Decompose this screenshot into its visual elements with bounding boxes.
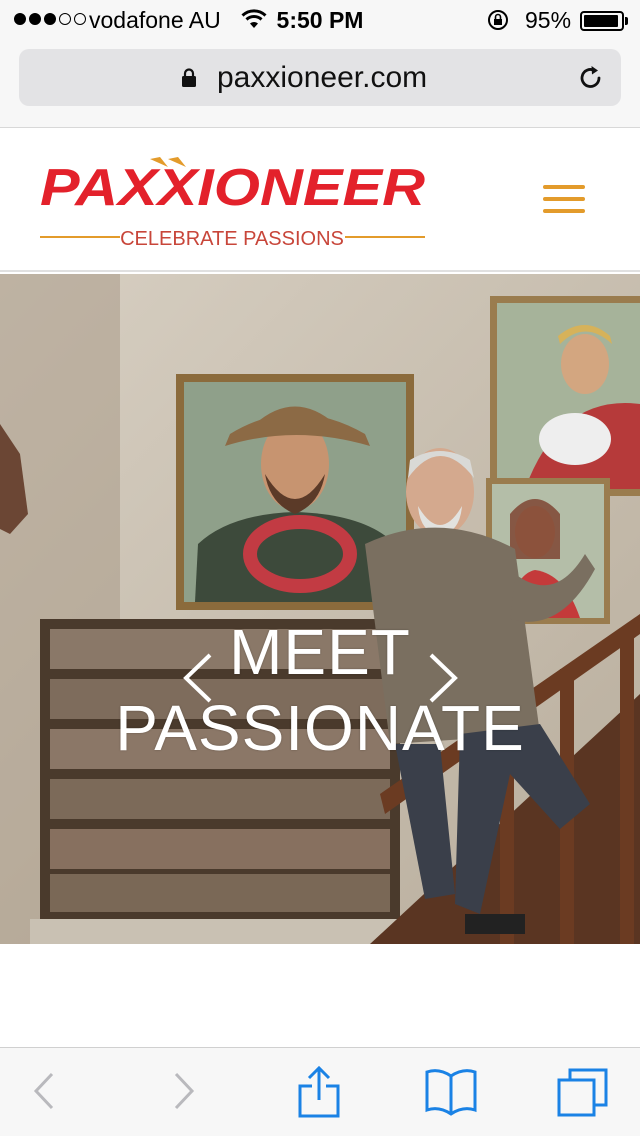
hero-title-line-2: PASSIONATE — [115, 692, 525, 764]
browser-address-bar: paxxioneer.com — [0, 40, 640, 128]
status-bar: vodafone AU 5:50 PM 95% — [0, 0, 640, 40]
hero-slider[interactable]: MEET PASSIONATE — [0, 274, 640, 944]
bookmarks-icon[interactable] — [424, 1066, 478, 1116]
reload-icon[interactable] — [577, 64, 605, 92]
rotation-lock-icon — [488, 10, 508, 30]
hamburger-menu-button[interactable] — [540, 183, 588, 217]
url-field[interactable]: paxxioneer.com — [19, 49, 621, 106]
hero-title-line-1: MEET — [229, 616, 411, 688]
hero-photo — [0, 274, 640, 944]
paxxioneer-logo[interactable]: PAXXIONEER CELEBRATE PASSIONS — [40, 145, 430, 255]
logo-text: PAXXIONEER — [40, 159, 425, 217]
logo-tagline: CELEBRATE PASSIONS — [120, 228, 344, 250]
chevron-right-icon[interactable] — [425, 652, 461, 704]
browser-toolbar — [0, 1047, 640, 1136]
battery-icon — [580, 11, 624, 31]
tabs-icon[interactable] — [556, 1066, 610, 1120]
chevron-left-icon[interactable] — [180, 652, 216, 704]
hero-title: MEET PASSIONATE — [0, 614, 640, 766]
battery-percent: 95% — [525, 7, 572, 33]
site-header: PAXXIONEER CELEBRATE PASSIONS — [0, 129, 640, 272]
lock-icon — [182, 68, 196, 87]
share-icon[interactable] — [296, 1066, 342, 1120]
back-icon[interactable] — [30, 1066, 58, 1116]
forward-icon[interactable] — [170, 1066, 198, 1116]
url-text: paxxioneer.com — [217, 61, 428, 94]
